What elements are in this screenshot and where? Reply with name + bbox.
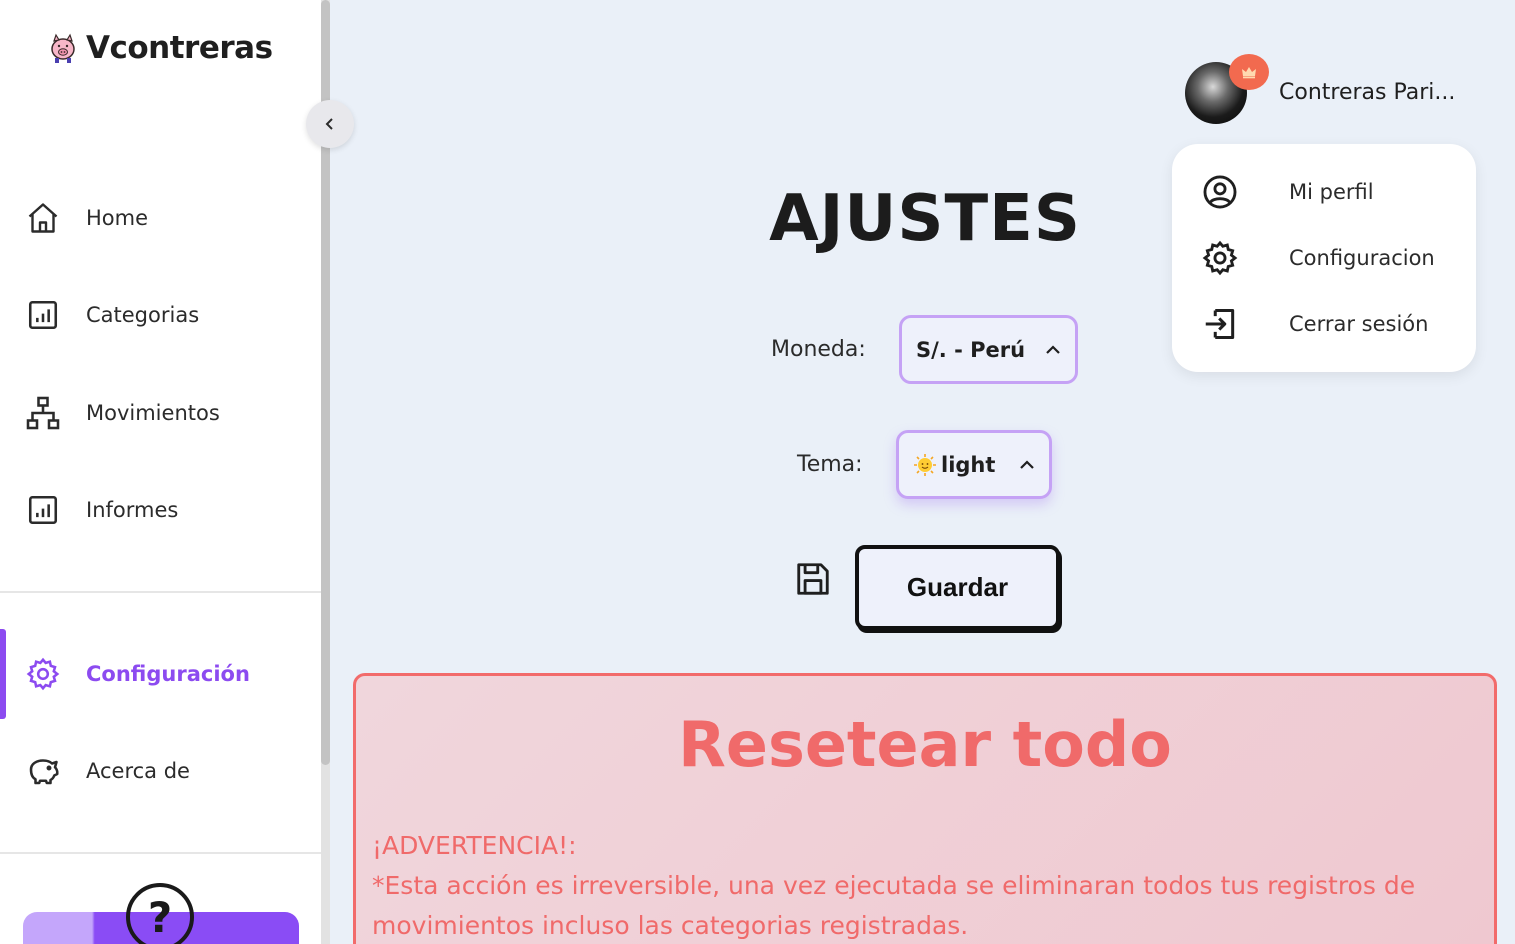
brand[interactable]: Vcontreras: [46, 30, 273, 66]
sidebar-item-configuracion[interactable]: Configuración: [0, 629, 321, 719]
menu-item-cerrar-sesion[interactable]: Cerrar sesión: [1172, 299, 1476, 349]
avatar[interactable]: [1185, 54, 1269, 124]
chevron-left-icon: [325, 118, 333, 130]
collapse-sidebar-button[interactable]: [306, 100, 354, 148]
sidebar-item-label: Acerca de: [86, 759, 190, 783]
reset-title: Resetear todo: [678, 708, 1172, 781]
gear-icon: [1200, 238, 1240, 278]
theme-value: light: [941, 452, 996, 477]
crown-icon: [1229, 54, 1269, 90]
sidebar: Vcontreras Home Categorias Movimientos I…: [0, 0, 321, 944]
sidebar-divider: [0, 591, 321, 593]
sidebar-item-categorias[interactable]: Categorias: [0, 285, 321, 345]
brand-name: Vcontreras: [86, 30, 273, 66]
sidebar-item-label: Categorias: [86, 303, 200, 327]
home-icon: [24, 199, 62, 237]
sidebar-item-label: Informes: [86, 498, 179, 522]
menu-item-label: Mi perfil: [1289, 180, 1374, 204]
menu-item-configuracion[interactable]: Configuracion: [1172, 233, 1476, 283]
warning-heading: ¡ADVERTENCIA!:: [372, 831, 577, 860]
sun-icon: [913, 453, 937, 477]
save-button[interactable]: Guardar: [855, 545, 1060, 630]
save-icon: [794, 560, 832, 598]
gear-icon: [24, 655, 62, 693]
piggy-bank-icon: [24, 752, 62, 790]
sidebar-divider: [0, 852, 321, 854]
sidebar-item-movimientos[interactable]: Movimientos: [0, 383, 321, 443]
page-title: AJUSTES: [769, 182, 1081, 256]
currency-label: Moneda:: [771, 337, 866, 362]
user-dropdown-menu: Mi perfil Configuracion Cerrar sesión: [1172, 144, 1476, 372]
pig-icon: [46, 30, 80, 66]
user-name: Contreras Pari...: [1279, 80, 1456, 105]
sidebar-item-home[interactable]: Home: [0, 188, 321, 248]
menu-item-mi-perfil[interactable]: Mi perfil: [1172, 167, 1476, 217]
sidebar-item-label: Home: [86, 206, 149, 230]
menu-item-label: Cerrar sesión: [1289, 312, 1429, 336]
currency-value: S/. - Perú: [916, 337, 1026, 362]
warning-text: *Esta acción es irreversible, una vez ej…: [372, 871, 1416, 940]
sidebar-item-acerca-de[interactable]: Acerca de: [0, 741, 321, 801]
chevron-up-icon: [1045, 344, 1061, 356]
reset-panel: Resetear todo ¡ADVERTENCIA!: *Esta acció…: [353, 673, 1497, 944]
help-icon[interactable]: ?: [126, 883, 194, 944]
theme-label: Tema:: [797, 452, 863, 477]
chevron-up-icon: [1019, 459, 1035, 471]
user-circle-icon: [1200, 172, 1240, 212]
sidebar-item-label: Configuración: [86, 662, 250, 686]
chart-icon: [24, 296, 62, 334]
sidebar-item-label: Movimientos: [86, 401, 220, 425]
hierarchy-icon: [24, 394, 62, 432]
menu-item-label: Configuracion: [1289, 246, 1435, 270]
sidebar-item-informes[interactable]: Informes: [0, 480, 321, 540]
currency-select[interactable]: S/. - Perú: [899, 315, 1078, 384]
reset-warning: ¡ADVERTENCIA!: *Esta acción es irreversi…: [372, 826, 1472, 944]
theme-select[interactable]: light: [896, 430, 1052, 499]
user-profile[interactable]: Contreras Pari...: [1185, 54, 1455, 124]
chart-icon: [24, 491, 62, 529]
logout-icon: [1200, 304, 1240, 344]
